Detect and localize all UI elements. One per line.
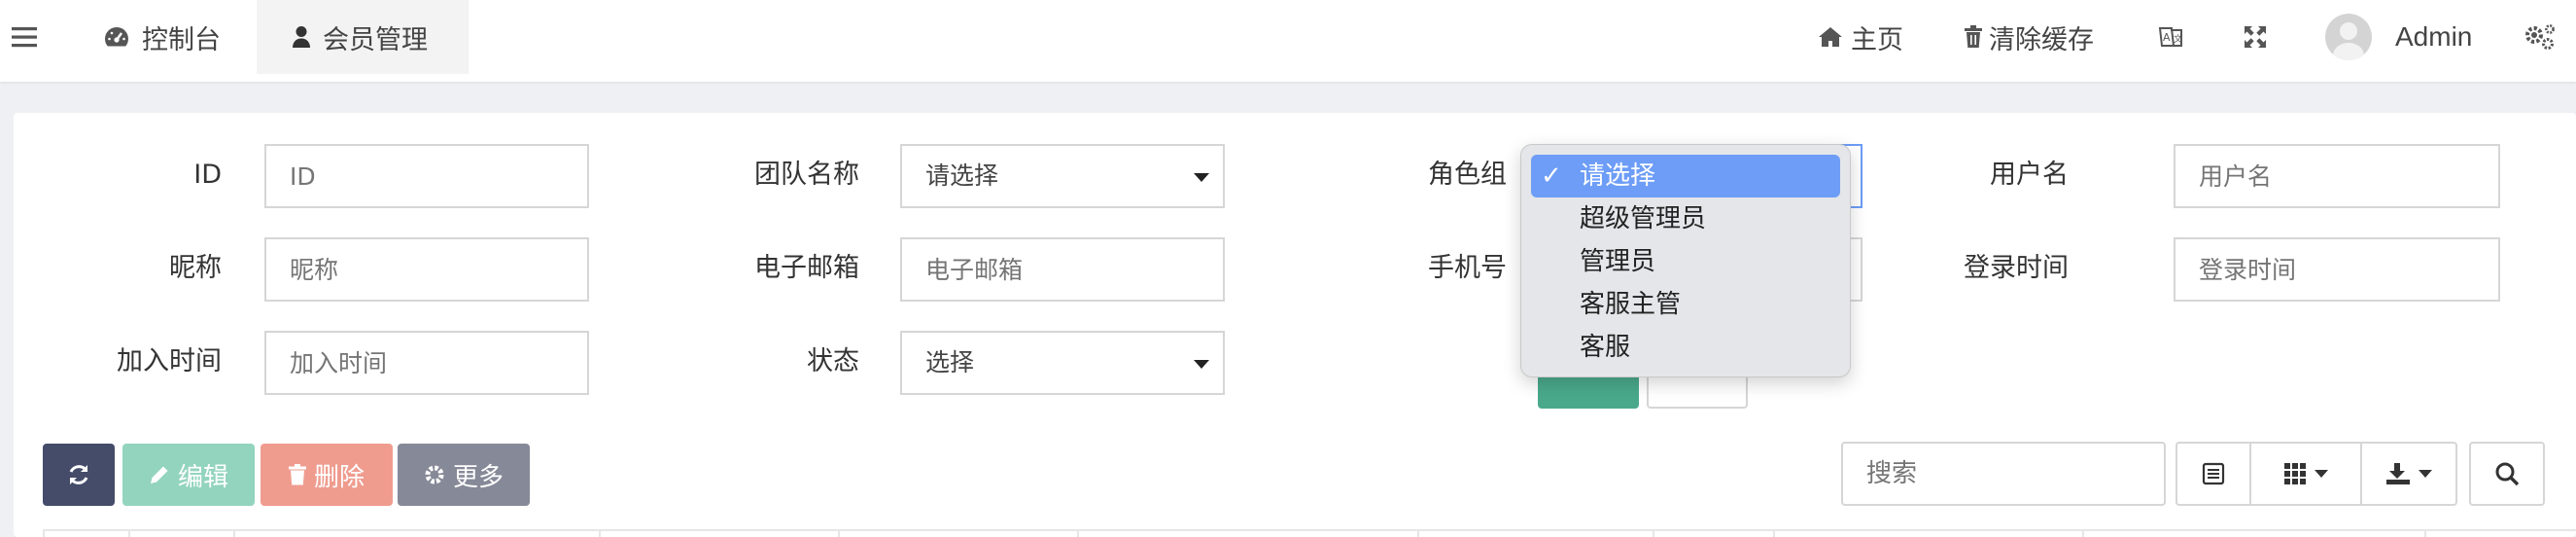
team-name-select-value: 请选择 [925, 161, 999, 190]
role-option-cs-supervisor[interactable]: 客服主管 [1531, 283, 1840, 326]
avatar [2325, 14, 2372, 60]
nickname-label: 昵称 [169, 253, 222, 283]
refresh-button[interactable] [43, 444, 115, 506]
caret-down-icon [2315, 470, 2328, 478]
username-label: 用户名 [1990, 160, 2069, 190]
delete-button-label: 删除 [313, 462, 365, 492]
user-icon [292, 25, 311, 49]
login-time-input[interactable] [2174, 237, 2500, 302]
fullscreen-icon [2245, 26, 2266, 48]
settings-button[interactable] [2524, 0, 2557, 74]
role-option-label: 超级管理员 [1580, 204, 1707, 233]
join-time-input[interactable] [264, 331, 589, 395]
email-input[interactable] [900, 237, 1225, 302]
user-name: Admin [2395, 21, 2473, 52]
svg-text:文: 文 [2174, 33, 2182, 45]
user-menu[interactable]: Admin [2325, 0, 2472, 74]
delete-button[interactable]: 删除 [261, 444, 393, 506]
menu-toggle-button[interactable] [12, 0, 47, 74]
more-button[interactable]: 更多 [398, 444, 530, 506]
hamburger-icon [12, 27, 37, 48]
list-view-icon [2202, 462, 2225, 485]
nickname-input[interactable] [264, 237, 589, 302]
status-select[interactable]: 选择 [900, 331, 1225, 395]
top-navbar: 控制台 会员管理 主页 清除缓存 A文 Admin [0, 0, 2576, 82]
caret-down-icon [1194, 360, 1209, 369]
team-name-select[interactable]: 请选择 [900, 144, 1225, 208]
username-input[interactable] [2174, 144, 2500, 208]
home-link[interactable]: 主页 [1818, 0, 1903, 74]
dashboard-icon [103, 25, 130, 49]
tab-member-management[interactable]: 会员管理 [257, 0, 469, 74]
edit-button[interactable]: 编辑 [122, 444, 255, 506]
login-time-label: 登录时间 [1964, 253, 2069, 283]
home-icon [1818, 26, 1843, 48]
role-option-label: 客服 [1580, 333, 1631, 362]
export-button[interactable] [2360, 442, 2457, 506]
advanced-search-button[interactable] [2469, 442, 2545, 506]
role-option-label: 管理员 [1580, 247, 1656, 276]
table-header [43, 529, 2576, 537]
toggle-view-button[interactable] [2176, 442, 2251, 506]
role-option-cs[interactable]: 客服 [1531, 326, 1840, 369]
team-name-label: 团队名称 [754, 160, 859, 190]
status-label: 状态 [807, 346, 859, 376]
trash-icon [1964, 25, 1983, 49]
edit-button-label: 编辑 [177, 462, 228, 492]
check-icon: ✓ [1541, 161, 1562, 191]
language-button[interactable]: A文 [2158, 0, 2183, 74]
download-icon [2386, 463, 2410, 484]
role-option-admin[interactable]: 管理员 [1531, 240, 1840, 283]
more-button-label: 更多 [452, 462, 504, 492]
tab-dashboard[interactable]: 控制台 [78, 0, 253, 74]
role-option-label: 请选择 [1580, 161, 1656, 191]
caret-down-icon [2419, 470, 2432, 478]
email-label: 电子邮箱 [754, 253, 859, 283]
search-icon [2495, 462, 2520, 486]
table-search-input[interactable] [1841, 442, 2166, 506]
svg-text:A: A [2163, 31, 2171, 44]
role-option-label: 客服主管 [1580, 290, 1682, 319]
gear-icon [424, 464, 445, 485]
refresh-icon [69, 465, 88, 484]
clear-cache-button[interactable]: 清除缓存 [1964, 0, 2094, 74]
join-time-label: 加入时间 [117, 346, 222, 376]
tab-dashboard-label: 控制台 [142, 24, 221, 55]
grid-icon [2284, 463, 2306, 484]
role-option-placeholder[interactable]: ✓ 请选择 [1531, 155, 1840, 197]
tab-member-management-label: 会员管理 [323, 24, 428, 55]
role-option-super-admin[interactable]: 超级管理员 [1531, 197, 1840, 240]
caret-down-icon [1194, 173, 1209, 182]
id-label: ID [193, 160, 222, 190]
home-link-label: 主页 [1851, 24, 1903, 55]
role-group-dropdown: ✓ 请选择 超级管理员 管理员 客服主管 客服 [1520, 144, 1851, 377]
phone-label: 手机号 [1428, 253, 1507, 283]
clear-cache-label: 清除缓存 [1989, 24, 2094, 55]
columns-button[interactable] [2249, 442, 2362, 506]
translate-icon: A文 [2158, 27, 2182, 47]
id-input[interactable] [264, 144, 589, 208]
status-select-value: 选择 [925, 348, 975, 376]
content-panel: ID 团队名称 请选择 角色组 用户名 昵称 电子邮箱 手机号 登录时间 加入时… [14, 113, 2576, 537]
fullscreen-button[interactable] [2244, 0, 2267, 74]
role-group-label: 角色组 [1428, 160, 1507, 190]
pencil-icon [149, 464, 170, 485]
gears-icon [2525, 24, 2555, 50]
trash-icon [288, 464, 306, 485]
